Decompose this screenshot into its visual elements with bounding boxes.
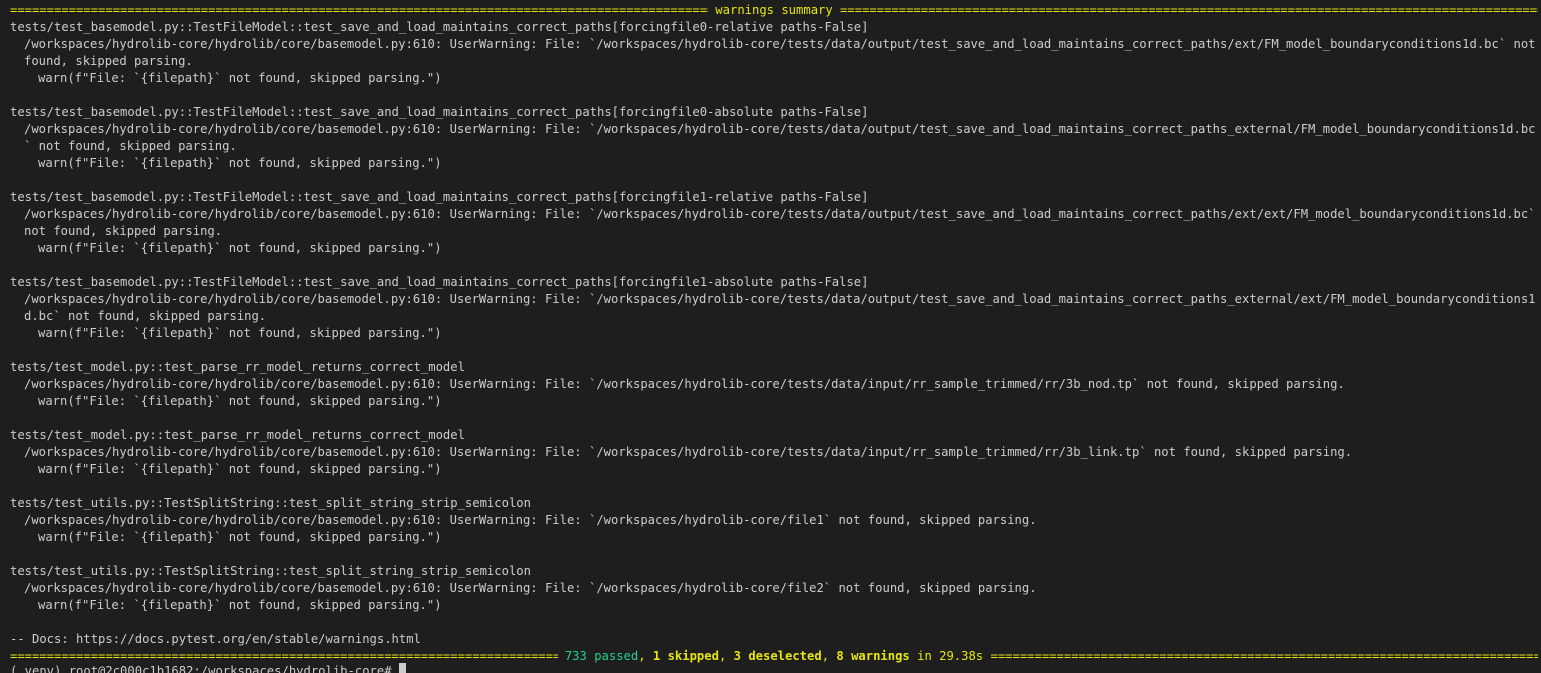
- docs-line[interactable]: -- Docs: https://docs.pytest.org/en/stab…: [10, 631, 1538, 648]
- header-rule-right: ========================================…: [840, 3, 1538, 17]
- warning-test-id: tests/test_model.py::test_parse_rr_model…: [10, 360, 465, 374]
- warning-source-line: warn(f"File: `{filepath}` not found, ski…: [38, 530, 442, 544]
- warning-message: /workspaces/hydrolib-core/hydrolib/core/…: [24, 37, 1536, 68]
- warning-test-id: tests/test_utils.py::TestSplitString::te…: [10, 496, 531, 510]
- warning-message: /workspaces/hydrolib-core/hydrolib/core/…: [24, 207, 1536, 238]
- warning-source-line: warn(f"File: `{filepath}` not found, ski…: [38, 326, 442, 340]
- warning-message: /workspaces/hydrolib-core/hydrolib/core/…: [24, 581, 1037, 595]
- warning-test-id: tests/test_model.py::test_parse_rr_model…: [10, 428, 465, 442]
- warning-source-line: warn(f"File: `{filepath}` not found, ski…: [38, 598, 442, 612]
- warnings-count: 8 warnings: [836, 649, 910, 663]
- warning-test-id: tests/test_basemodel.py::TestFileModel::…: [10, 275, 869, 289]
- warning-source-line: warn(f"File: `{filepath}` not found, ski…: [38, 241, 442, 255]
- warning-entry: tests/test_model.py::test_parse_rr_model…: [10, 359, 1538, 427]
- warning-test-id: tests/test_basemodel.py::TestFileModel::…: [10, 20, 869, 34]
- summary-rule-right: ========================================…: [990, 649, 1538, 663]
- warning-entry: tests/test_model.py::test_parse_rr_model…: [10, 427, 1538, 495]
- warning-source-line: warn(f"File: `{filepath}` not found, ski…: [38, 156, 442, 170]
- warning-source-line: warn(f"File: `{filepath}` not found, ski…: [38, 394, 442, 408]
- header-rule-left: ========================================…: [10, 3, 708, 17]
- warning-entry: tests/test_basemodel.py::TestFileModel::…: [10, 19, 1538, 104]
- warning-source-line: warn(f"File: `{filepath}` not found, ski…: [38, 462, 442, 476]
- warning-entry: tests/test_basemodel.py::TestFileModel::…: [10, 274, 1538, 359]
- warnings-list: tests/test_basemodel.py::TestFileModel::…: [10, 19, 1538, 631]
- deselected-count: 3 deselected: [733, 649, 822, 663]
- skipped-count: 1 skipped: [652, 649, 719, 663]
- summary-separator: ,: [821, 649, 837, 663]
- warning-entry: tests/test_utils.py::TestSplitString::te…: [10, 495, 1538, 563]
- warning-message: /workspaces/hydrolib-core/hydrolib/core/…: [24, 513, 1037, 527]
- warning-test-id: tests/test_basemodel.py::TestFileModel::…: [10, 105, 869, 119]
- warning-message: /workspaces/hydrolib-core/hydrolib/core/…: [24, 122, 1536, 153]
- shell-prompt[interactable]: (.venv) root@2c000c1b1682:/workspaces/hy…: [10, 663, 406, 673]
- warning-test-id: tests/test_utils.py::TestSplitString::te…: [10, 564, 531, 578]
- summary-separator: ,: [718, 649, 734, 663]
- warning-message: /workspaces/hydrolib-core/hydrolib/core/…: [24, 445, 1353, 459]
- terminal-output: ========================================…: [10, 2, 1538, 665]
- warning-source-line: warn(f"File: `{filepath}` not found, ski…: [38, 71, 442, 85]
- summary-separator: ,: [638, 649, 653, 663]
- warning-message: /workspaces/hydrolib-core/hydrolib/core/…: [24, 377, 1345, 391]
- prompt-text: (.venv) root@2c000c1b1682:/workspaces/hy…: [10, 664, 399, 673]
- passed-count: 733 passed: [564, 649, 639, 663]
- terminal-window[interactable]: ========================================…: [0, 0, 1541, 673]
- warning-entry: tests/test_utils.py::TestSplitString::te…: [10, 563, 1538, 631]
- warning-entry: tests/test_basemodel.py::TestFileModel::…: [10, 189, 1538, 274]
- warning-message: /workspaces/hydrolib-core/hydrolib/core/…: [24, 292, 1536, 323]
- warning-test-id: tests/test_basemodel.py::TestFileModel::…: [10, 190, 869, 204]
- elapsed-time: in 29.38s: [909, 649, 991, 663]
- text-cursor: [398, 663, 406, 673]
- warnings-summary-header: ========================================…: [10, 2, 1538, 19]
- header-title: warnings summary: [707, 3, 841, 17]
- warning-entry: tests/test_basemodel.py::TestFileModel::…: [10, 104, 1538, 189]
